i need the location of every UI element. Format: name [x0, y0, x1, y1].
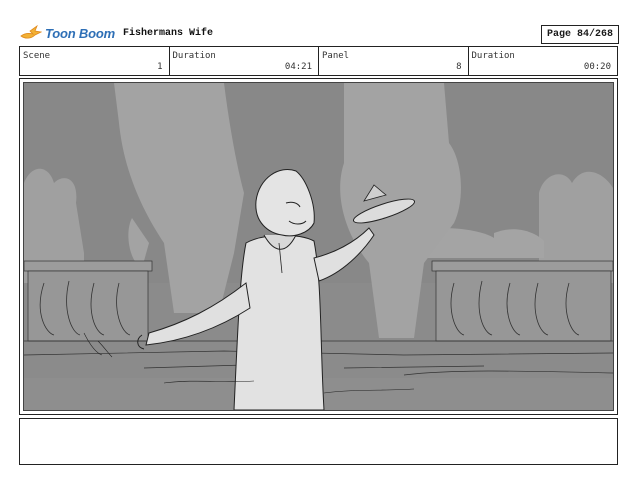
project-title: Fishermans Wife — [122, 27, 213, 39]
page-value: 84/268 — [576, 29, 613, 40]
page-label: Page — [546, 29, 571, 40]
page-indicator: Page 84/268 — [540, 25, 619, 44]
scene-duration-label: Duration — [172, 51, 216, 61]
toon-boom-logo-icon — [20, 24, 42, 39]
scene-cell: Scene 1 — [20, 47, 170, 75]
panel-cell: Panel 8 — [319, 47, 469, 75]
scene-label: Scene — [23, 51, 51, 61]
panel-info-bar: Scene 1 Duration 04:21 Panel 8 Duration … — [19, 46, 618, 76]
panel-label: Panel — [322, 51, 350, 61]
storyboard-sketch — [24, 83, 613, 410]
scene-duration-value: 04:21 — [284, 62, 312, 72]
panel-duration-label: Duration — [471, 51, 515, 61]
scene-value: 1 — [157, 62, 163, 72]
panel-drawing — [23, 82, 614, 411]
panel-duration-value: 00:20 — [583, 62, 611, 72]
panel-duration-cell: Duration 00:20 — [469, 47, 618, 75]
panel-value: 8 — [456, 62, 462, 72]
toon-boom-logo: Toon Boom Fishermans Wife — [20, 22, 213, 44]
panel-notes-area — [19, 418, 618, 465]
storyboard-panel — [19, 78, 618, 415]
brand-name: Toon Boom — [45, 25, 115, 41]
scene-duration-cell: Duration 04:21 — [170, 47, 319, 75]
